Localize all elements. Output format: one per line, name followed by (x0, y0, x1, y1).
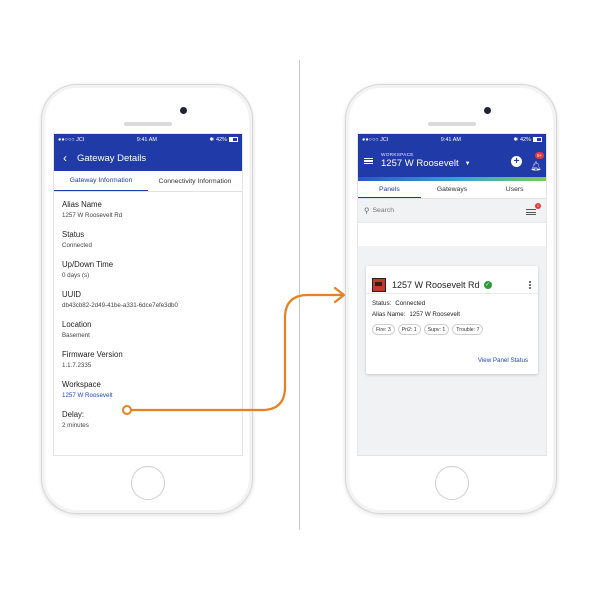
battery-icon (228, 137, 238, 142)
status-right: ✱ 42% (513, 137, 542, 143)
earpiece-speaker (124, 122, 172, 126)
bluetooth-icon: ✱ (513, 136, 518, 143)
field-value: 2 minutes (62, 422, 89, 429)
workspace-name-row: 1257 W Roosevelt ▼ (381, 158, 511, 169)
panel-card-body: Status: Connected Alias Name: 1257 W Roo… (366, 294, 538, 335)
field-value: Connected (62, 242, 92, 249)
phone-gateway-details: ●●○○○ JCI 9:41 AM ✱ 42% ‹ Gateway Detail… (41, 84, 253, 514)
field-delay: Delay: 2 minutes (62, 410, 234, 429)
field-label: Location (62, 320, 92, 329)
alias-label: Alias Name: (372, 311, 406, 318)
battery-percent: 42% (519, 136, 531, 143)
bell-icon: 🔔︎ (530, 160, 542, 171)
panel-card-header: 1257 W Roosevelt Rd ✓ (366, 266, 538, 294)
gateway-details-list: Alias Name 1257 W Roosevelt Rd Status Co… (54, 192, 242, 429)
gateway-details-screen: ●●○○○ JCI 9:41 AM ✱ 42% ‹ Gateway Detail… (53, 133, 243, 456)
field-alias-name: Alias Name 1257 W Roosevelt Rd (62, 200, 234, 219)
arrowhead-icon (333, 286, 346, 304)
page-title: Gateway Details (77, 152, 147, 164)
panel-alias-line: Alias Name: 1257 W Roosevelt (372, 311, 532, 318)
chip-fire: Fire: 3 (372, 324, 395, 335)
workspace-caption: WORKSPACE (381, 153, 414, 158)
status-value: Connected (395, 300, 426, 307)
earpiece-speaker (428, 122, 476, 126)
caret-down-icon: ▼ (464, 160, 471, 167)
search-input[interactable] (372, 207, 493, 214)
front-camera (180, 107, 187, 114)
field-firmware-version: Firmware Version 1.1.7.2335 (62, 350, 234, 369)
chip-pri2: Pri2: 1 (397, 324, 421, 335)
event-count-chips: Fire: 3 Pri2: 1 Supv: 1 Trouble: 7 (372, 324, 532, 335)
carrier-label: ●●○○○ JCI (362, 136, 389, 143)
panel-list: 1257 W Roosevelt Rd ✓ Status: Connected … (358, 246, 546, 455)
field-label: UUID (62, 290, 82, 299)
front-camera (484, 107, 491, 114)
panel-status-line: Status: Connected (372, 300, 532, 307)
field-value: 1257 W Roosevelt Rd (62, 212, 123, 219)
field-label: Workspace (62, 380, 101, 389)
workspace-panels-screen: ●●○○○ JCI 9:41 AM ✱ 42% WORKSPACE 1257 W… (357, 133, 547, 456)
bluetooth-icon: ✱ (209, 136, 214, 143)
more-vertical-icon[interactable] (528, 280, 532, 290)
filter-badge: 1 (535, 203, 541, 209)
app-header: ‹ Gateway Details (54, 145, 242, 171)
field-status: Status Connected (62, 230, 234, 249)
tab-bar: Gateway Information Connectivity Informa… (54, 171, 242, 192)
app-header: WORKSPACE 1257 W Roosevelt ▼ + 🔔︎ 9+ (358, 145, 546, 177)
field-label: Status (62, 230, 85, 239)
status-label: Status: (372, 300, 392, 307)
center-divider (299, 60, 300, 530)
field-workspace: Workspace 1257 W Roosevelt (62, 380, 234, 399)
field-value: 0 days (s) (62, 272, 90, 279)
check-circle-icon: ✓ (483, 280, 492, 289)
search-bar: ⚲ 1 (358, 199, 546, 223)
filter-icon[interactable] (526, 208, 536, 217)
chip-supv: Supv: 1 (423, 324, 450, 335)
tab-gateway-information[interactable]: Gateway Information (54, 171, 148, 191)
status-bar: ●●○○○ JCI 9:41 AM ✱ 42% (358, 134, 546, 145)
home-button[interactable] (435, 466, 469, 500)
field-label: Alias Name (62, 200, 102, 209)
home-button[interactable] (131, 466, 165, 500)
field-label: Firmware Version (62, 350, 123, 359)
workspace-name: 1257 W Roosevelt (381, 158, 459, 169)
panel-title: 1257 W Roosevelt Rd (392, 279, 480, 290)
chevron-left-icon[interactable]: ‹ (63, 152, 67, 164)
chip-trouble: Trouble: 7 (452, 324, 484, 335)
tab-panels[interactable]: Panels (358, 181, 421, 198)
carrier-label: ●●○○○ JCI (58, 136, 85, 143)
add-icon[interactable]: + (511, 155, 522, 167)
field-up-down-time: Up/Down Time 0 days (s) (62, 260, 234, 279)
battery-percent: 42% (215, 136, 227, 143)
field-label: Up/Down Time (62, 260, 114, 269)
panel-card[interactable]: 1257 W Roosevelt Rd ✓ Status: Connected … (366, 266, 538, 374)
hamburger-menu-icon[interactable] (364, 156, 373, 166)
field-label: Delay: (62, 410, 85, 419)
workspace-link[interactable]: 1257 W Roosevelt (62, 392, 234, 399)
tab-gateways[interactable]: Gateways (421, 181, 484, 198)
field-value: db43cb82-2d49-41be-a331-6dce7efe3db0 (62, 302, 178, 309)
battery-icon (532, 137, 542, 142)
alias-value: 1257 W Roosevelt (409, 311, 460, 318)
status-bar: ●●○○○ JCI 9:41 AM ✱ 42% (54, 134, 242, 145)
notifications-button[interactable]: 🔔︎ 9+ (530, 151, 545, 171)
tab-connectivity-information[interactable]: Connectivity Information (148, 171, 242, 191)
notification-badge: 9+ (535, 151, 545, 159)
field-location: Location Basement (62, 320, 234, 339)
tab-users[interactable]: Users (483, 181, 546, 198)
search-icon: ⚲ (364, 206, 370, 215)
status-time: 9:41 AM (440, 136, 461, 143)
field-value: Basement (62, 332, 90, 339)
workspace-selector[interactable]: WORKSPACE 1257 W Roosevelt ▼ (381, 153, 511, 169)
view-panel-status-link[interactable]: View Panel Status (478, 357, 528, 364)
status-time: 9:41 AM (136, 136, 157, 143)
status-right: ✱ 42% (209, 137, 238, 143)
phone-workspace-panels: ●●○○○ JCI 9:41 AM ✱ 42% WORKSPACE 1257 W… (345, 84, 557, 514)
field-uuid: UUID db43cb82-2d49-41be-a331-6dce7efe3db… (62, 290, 234, 309)
field-value: 1.1.7.2335 (62, 362, 92, 369)
tab-bar: Panels Gateways Users (358, 181, 546, 199)
fire-panel-icon (372, 277, 386, 292)
